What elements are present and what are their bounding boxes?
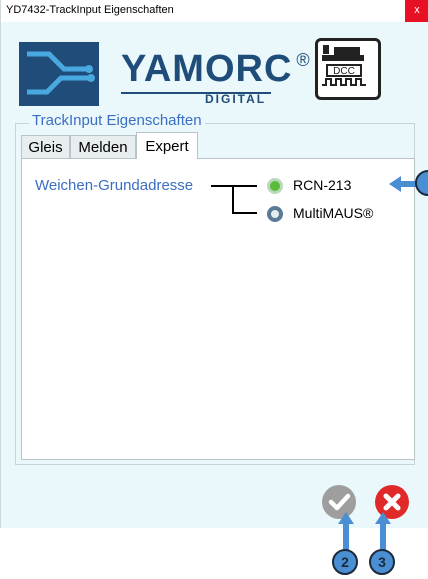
callout-arrow-cancel — [375, 512, 391, 552]
yamorc-circuit-logo — [19, 42, 99, 106]
brand-name: YAMORC ® — [121, 48, 311, 90]
tab-gleis[interactable]: Gleis — [21, 135, 70, 158]
title-bar: YD7432-TrackInput Eigenschaften x — [1, 0, 428, 22]
tab-melden[interactable]: Melden — [70, 135, 136, 158]
dcc-text: DCC — [333, 66, 355, 77]
properties-window: YD7432-TrackInput Eigenschaften x YAMORC… — [0, 0, 428, 528]
callout-badge-3: 3 — [369, 549, 395, 575]
locomotive-icon: DCC — [322, 45, 366, 86]
radio-unselected-icon — [267, 206, 283, 222]
option-bracket — [211, 185, 257, 214]
group-title: TrackInput Eigenschaften — [29, 112, 205, 129]
close-button[interactable]: x — [405, 0, 428, 22]
dcc-logo: DCC — [315, 38, 381, 100]
radio-label-multimaus: MultiMAUS® — [293, 205, 374, 221]
weichen-grundadresse-label: Weichen-Grundadresse — [35, 177, 194, 194]
radio-selected-icon — [267, 178, 283, 194]
callout-badge-2: 2 — [332, 549, 358, 575]
callout-arrow-ok — [338, 512, 354, 552]
window-title: YD7432-TrackInput Eigenschaften — [6, 4, 174, 16]
radio-label-rcn-213: RCN-213 — [293, 177, 352, 193]
tab-expert[interactable]: Expert — [136, 132, 198, 159]
logo-area: YAMORC ® DIGITAL DCC — [19, 38, 409, 108]
brand-subtitle: DIGITAL — [205, 92, 267, 106]
